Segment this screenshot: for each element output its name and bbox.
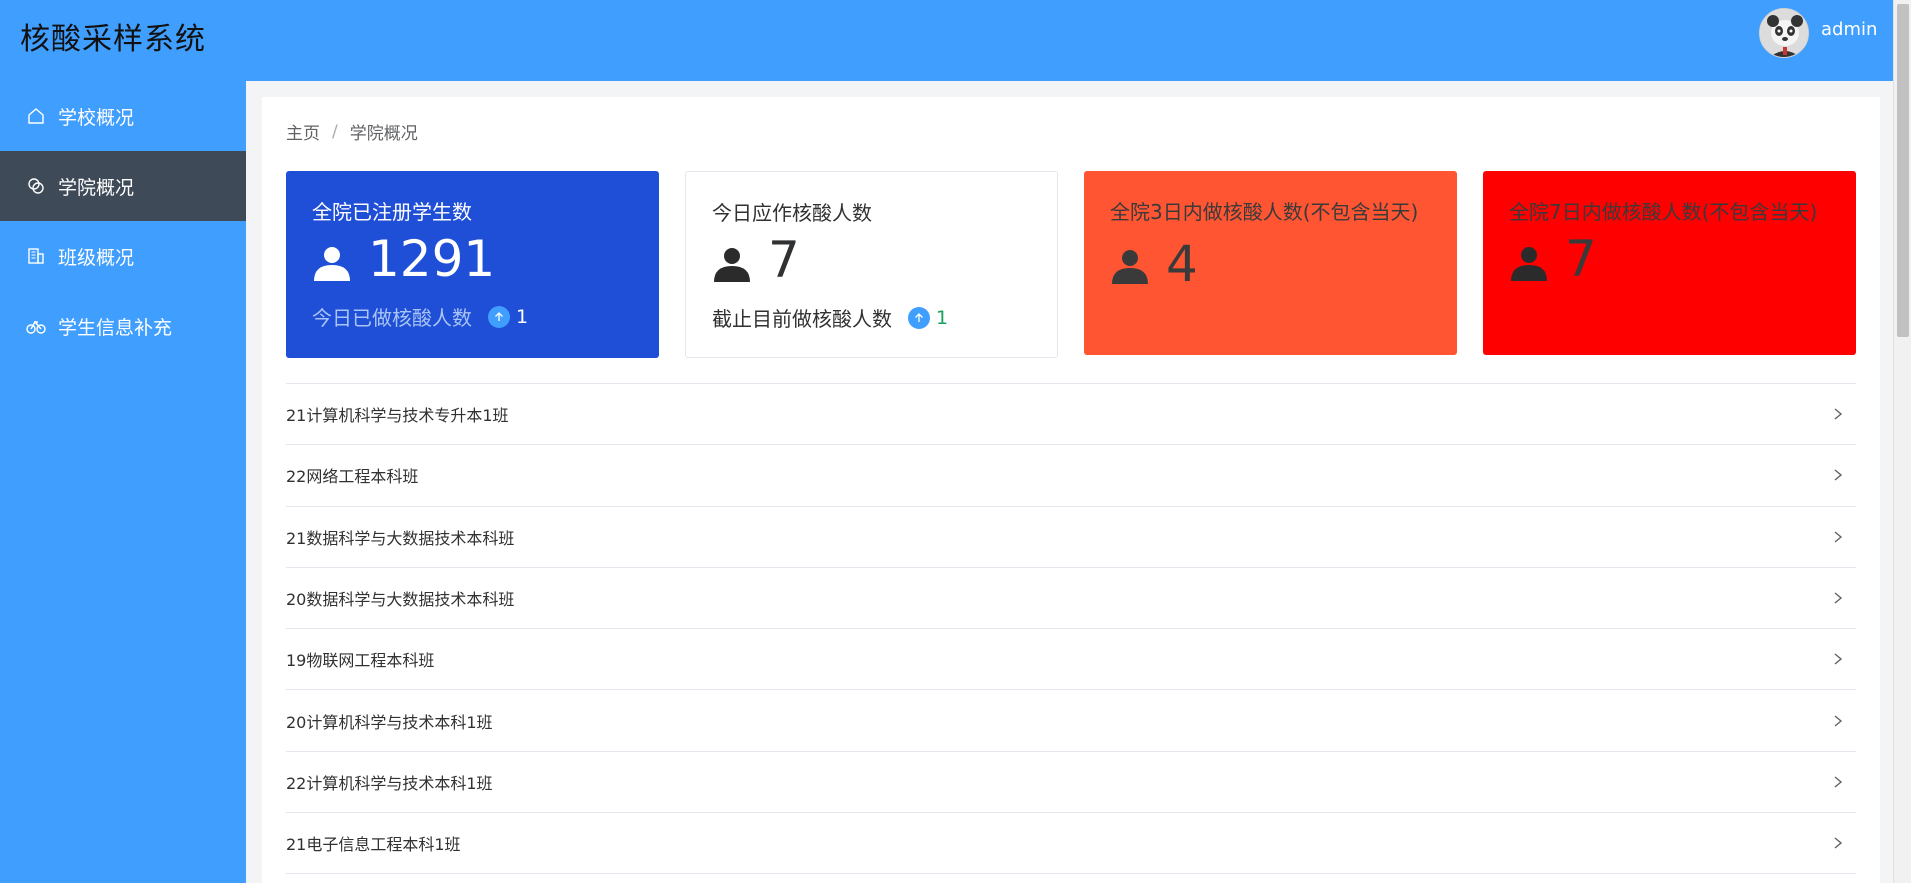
stat-card-7day: 全院7日内做核酸人数(不包含当天) 7 xyxy=(1483,171,1856,355)
chevron-right-icon xyxy=(1834,653,1843,665)
breadcrumb-home[interactable]: 主页 xyxy=(286,119,320,144)
arrow-up-icon xyxy=(908,306,930,329)
card-value: 7 xyxy=(1565,230,1597,288)
sidebar-item-college-overview[interactable]: 学院概况 xyxy=(0,151,246,221)
sidebar-item-label: 学校概况 xyxy=(58,106,135,129)
card-value: 7 xyxy=(768,231,800,289)
link-icon xyxy=(26,176,46,196)
card-sub-label: 截止目前做核酸人数 xyxy=(712,307,892,331)
class-list-item[interactable]: 20计算机科学与技术本科1班 xyxy=(286,690,1856,752)
class-name: 21电子信息工程本科1班 xyxy=(286,835,461,855)
page-scrollbar[interactable] xyxy=(1893,0,1911,883)
panda-avatar-icon xyxy=(1760,9,1808,57)
card-sub-value: 1 xyxy=(516,305,529,328)
card-value: 4 xyxy=(1166,235,1198,293)
class-list-item[interactable]: 21计算机科学与技术专升本1班 xyxy=(286,384,1856,446)
sidebar-item-label: 学生信息补充 xyxy=(58,316,173,339)
stat-card-expected-today: 今日应作核酸人数 7 截止目前做核酸人数 1 xyxy=(685,171,1058,358)
breadcrumb: 主页 / 学院概况 xyxy=(286,119,418,145)
class-list-item[interactable]: 21数据科学与大数据技术本科班 xyxy=(286,507,1856,568)
card-value: 1291 xyxy=(368,230,496,288)
chevron-right-icon xyxy=(1834,715,1843,727)
card-sub-value: 1 xyxy=(936,306,949,329)
sidebar-item-class-overview[interactable]: 班级概况 xyxy=(0,221,246,291)
breadcrumb-separator: / xyxy=(332,121,338,142)
username[interactable]: admin xyxy=(1821,19,1877,40)
avatar[interactable] xyxy=(1759,8,1809,58)
stat-card-registered: 全院已注册学生数 1291 今日已做核酸人数 1 xyxy=(286,171,659,358)
stat-card-3day: 全院3日内做核酸人数(不包含当天) 4 xyxy=(1084,171,1457,355)
app-title: 核酸采样系统 xyxy=(20,22,206,57)
bicycle-icon xyxy=(26,316,46,336)
class-list-item[interactable]: 19物联网工程本科班 xyxy=(286,629,1856,691)
class-list-item[interactable]: 22计算机科学与技术本科1班 xyxy=(286,752,1856,814)
sidebar-item-label: 学院概况 xyxy=(58,176,135,199)
chevron-right-icon xyxy=(1834,469,1843,481)
class-name: 20计算机科学与技术本科1班 xyxy=(286,712,493,732)
card-title: 全院3日内做核酸人数(不包含当天) xyxy=(1110,200,1419,224)
class-list-item[interactable]: 22网络工程本科班 xyxy=(286,445,1856,507)
class-name: 22计算机科学与技术本科1班 xyxy=(286,773,493,793)
card-subline: 今日已做核酸人数 1 xyxy=(312,302,528,331)
chevron-right-icon xyxy=(1834,531,1843,543)
chevron-right-icon xyxy=(1834,408,1843,420)
class-list-item[interactable]: 20数据科学与大数据技术本科班 xyxy=(286,568,1856,630)
breadcrumb-current: 学院概况 xyxy=(349,124,418,144)
class-list: 21计算机科学与技术专升本1班 22网络工程本科班 21数据科学与大数据技术本科… xyxy=(286,383,1856,875)
office-building-icon xyxy=(26,246,46,266)
class-name: 22网络工程本科班 xyxy=(286,467,419,487)
arrow-up-icon xyxy=(488,305,510,328)
sidebar-item-school-overview[interactable]: 学校概况 xyxy=(0,81,246,151)
class-list-item[interactable]: 21电子信息工程本科1班 xyxy=(286,813,1856,875)
user-icon xyxy=(1511,247,1547,281)
chevron-right-icon xyxy=(1834,837,1843,849)
top-header: 核酸采样系统 admin xyxy=(0,0,1893,81)
home-icon xyxy=(26,106,46,126)
sidebar-item-label: 班级概况 xyxy=(58,246,135,269)
class-name: 21计算机科学与技术专升本1班 xyxy=(286,406,509,426)
card-title: 全院7日内做核酸人数(不包含当天) xyxy=(1509,200,1818,224)
user-icon xyxy=(714,248,750,282)
main-content: 主页 / 学院概况 全院已注册学生数 1291 今日已做核酸人数 1 今日应作核… xyxy=(262,97,1880,883)
chevron-right-icon xyxy=(1834,776,1843,788)
class-name: 19物联网工程本科班 xyxy=(286,651,435,671)
user-icon xyxy=(314,247,350,281)
card-subline: 截止目前做核酸人数 1 xyxy=(712,303,948,332)
card-sub-label: 今日已做核酸人数 xyxy=(312,306,472,330)
class-name: 20数据科学与大数据技术本科班 xyxy=(286,590,515,610)
card-title: 今日应作核酸人数 xyxy=(712,201,872,225)
card-title: 全院已注册学生数 xyxy=(312,200,472,224)
scrollbar-thumb[interactable] xyxy=(1897,4,1909,337)
user-icon xyxy=(1112,250,1148,284)
sidebar: 学校概况 学院概况 班级概况 学生信息补充 xyxy=(0,81,246,883)
class-name: 21数据科学与大数据技术本科班 xyxy=(286,528,515,548)
chevron-right-icon xyxy=(1834,592,1843,604)
sidebar-item-student-info[interactable]: 学生信息补充 xyxy=(0,291,246,361)
